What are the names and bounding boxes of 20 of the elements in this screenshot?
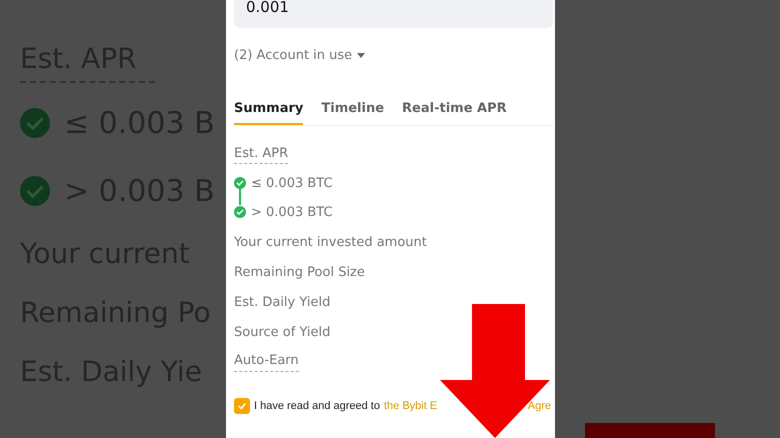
check-icon: [20, 108, 50, 138]
tier-text: > 0.003 BTC: [251, 204, 333, 220]
detail-label: Est. Daily Yield: [234, 295, 330, 310]
amount-field[interactable]: 0.001: [234, 0, 553, 28]
detail-label: Source of Yield: [234, 325, 330, 340]
tier-text: ≤ 0.003 BTC: [251, 176, 333, 190]
tab[interactable]: Real-time APR: [402, 101, 507, 125]
tab[interactable]: Timeline: [321, 101, 384, 125]
down-arrow-icon: [440, 304, 550, 438]
checkmark-icon: [237, 401, 247, 411]
est-apr-label: Est. APR: [234, 146, 288, 164]
tab[interactable]: Summary: [234, 101, 304, 125]
detail-label: Your current invested amount: [234, 235, 427, 250]
check-icon: [20, 176, 50, 206]
agreement-text: I have read and agreed to: [254, 400, 380, 412]
caret-icon: [357, 52, 366, 58]
account-selector[interactable]: (2) Account in use: [234, 48, 366, 63]
agree-checkbox[interactable]: [234, 398, 250, 414]
detail-label: Auto-Earn: [234, 353, 299, 372]
detail-label: Remaining Pool Size: [234, 265, 365, 280]
